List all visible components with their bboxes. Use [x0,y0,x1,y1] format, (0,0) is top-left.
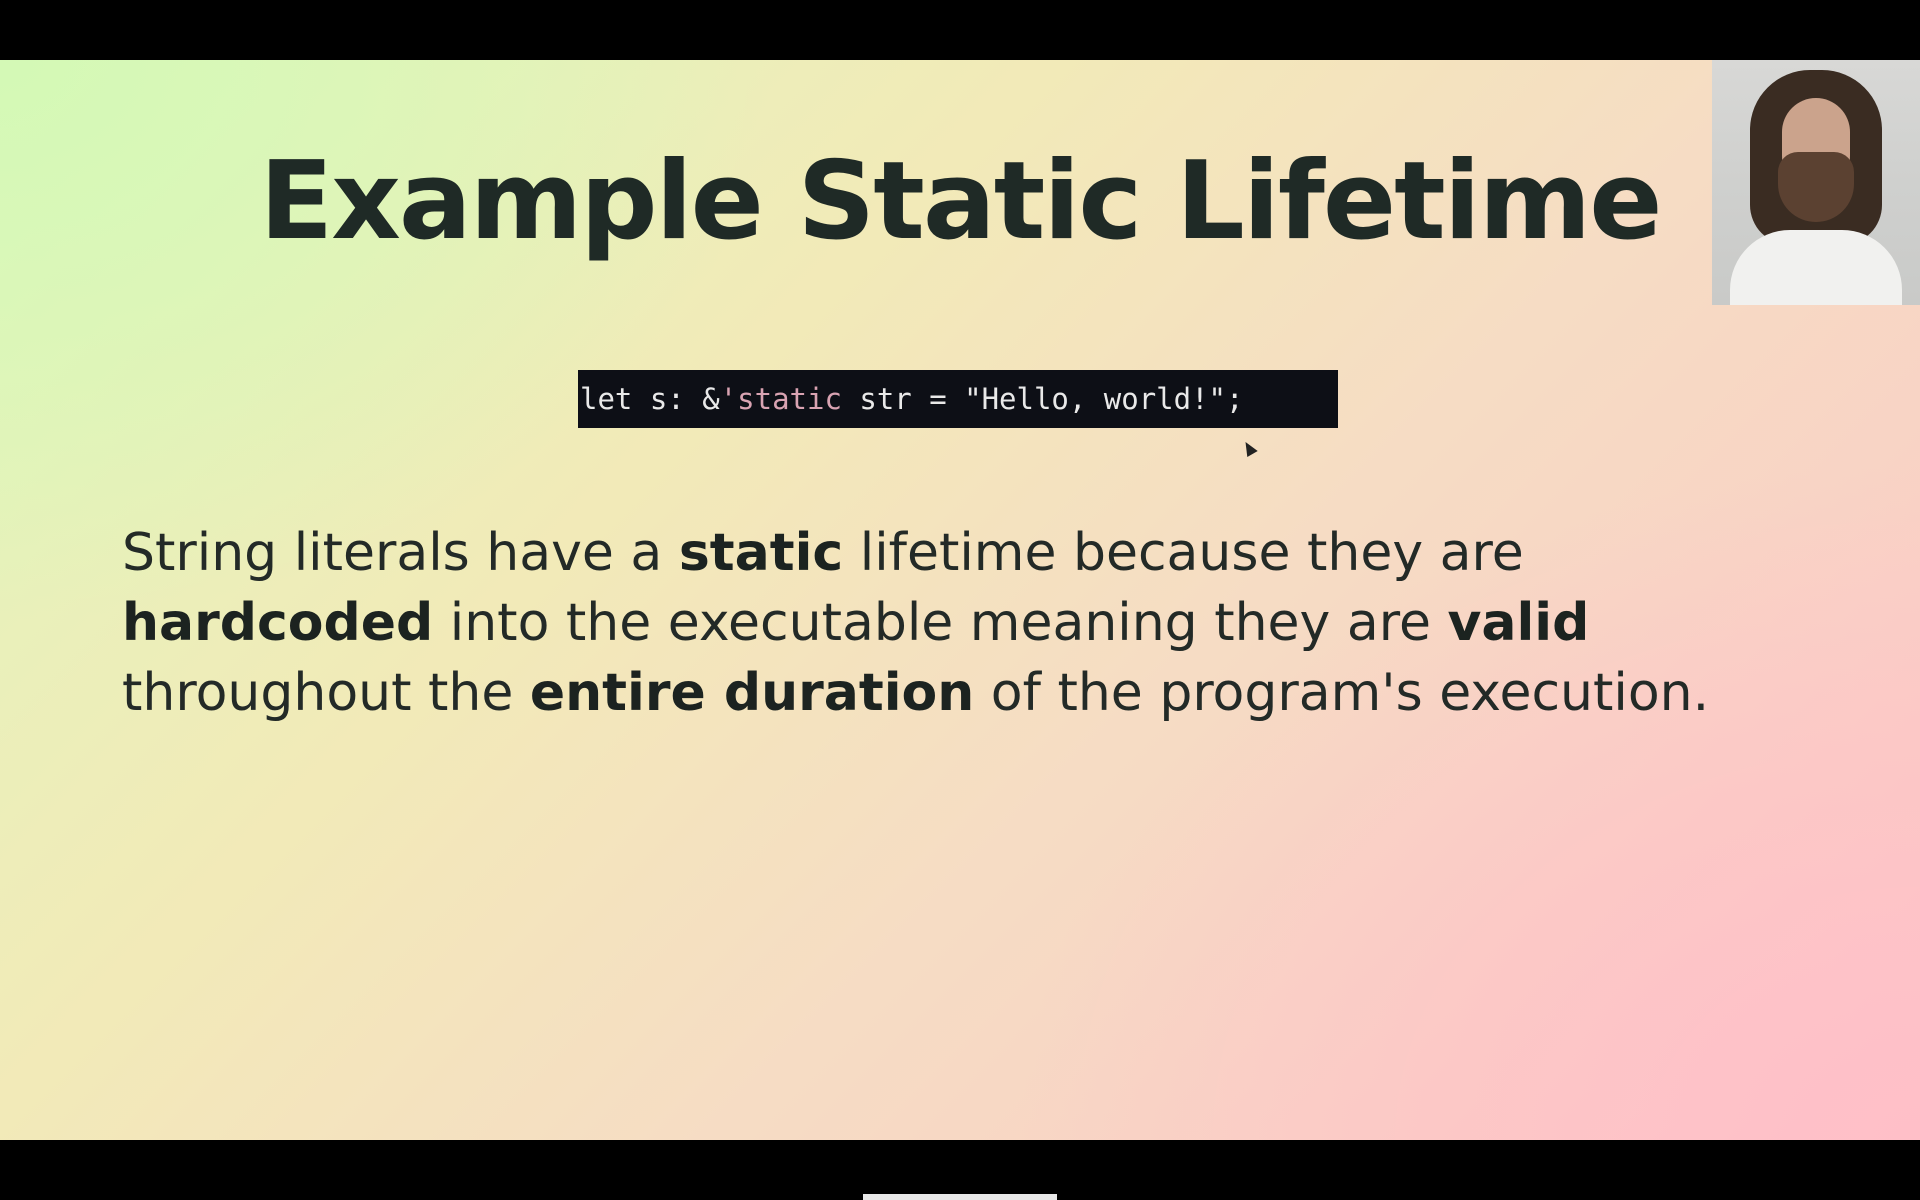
code-snippet: let s: &'static str = "Hello, world!"; [578,370,1338,428]
presentation-slide: Example Static Lifetime let s: &'static … [0,60,1920,1140]
body-text-2: lifetime because they are [843,523,1524,583]
player-progress-indicator[interactable] [863,1194,1057,1200]
body-text-1: String literals have a [122,523,679,583]
body-text-5: of the program's execution. [974,663,1710,723]
slide-body-text: String literals have a static lifetime b… [122,518,1822,728]
code-part-2: str = "Hello, world!"; [841,382,1244,416]
body-text-4: throughout the [122,663,530,723]
body-bold-entire-duration: entire duration [529,663,975,723]
body-text-3: into the executable meaning they are [433,593,1448,653]
code-lifetime-token: 'static [719,382,842,416]
slide-title: Example Static Lifetime [259,139,1662,264]
body-bold-hardcoded: hardcoded [122,593,434,653]
body-bold-valid: valid [1447,593,1590,653]
video-player: Example Static Lifetime let s: &'static … [0,0,1920,1200]
webcam-overlay [1712,60,1920,305]
code-part-1: let s: & [580,382,720,416]
webcam-presenter-shirt [1730,230,1902,305]
mouse-pointer-icon [1240,438,1258,458]
body-bold-static: static [678,523,844,583]
